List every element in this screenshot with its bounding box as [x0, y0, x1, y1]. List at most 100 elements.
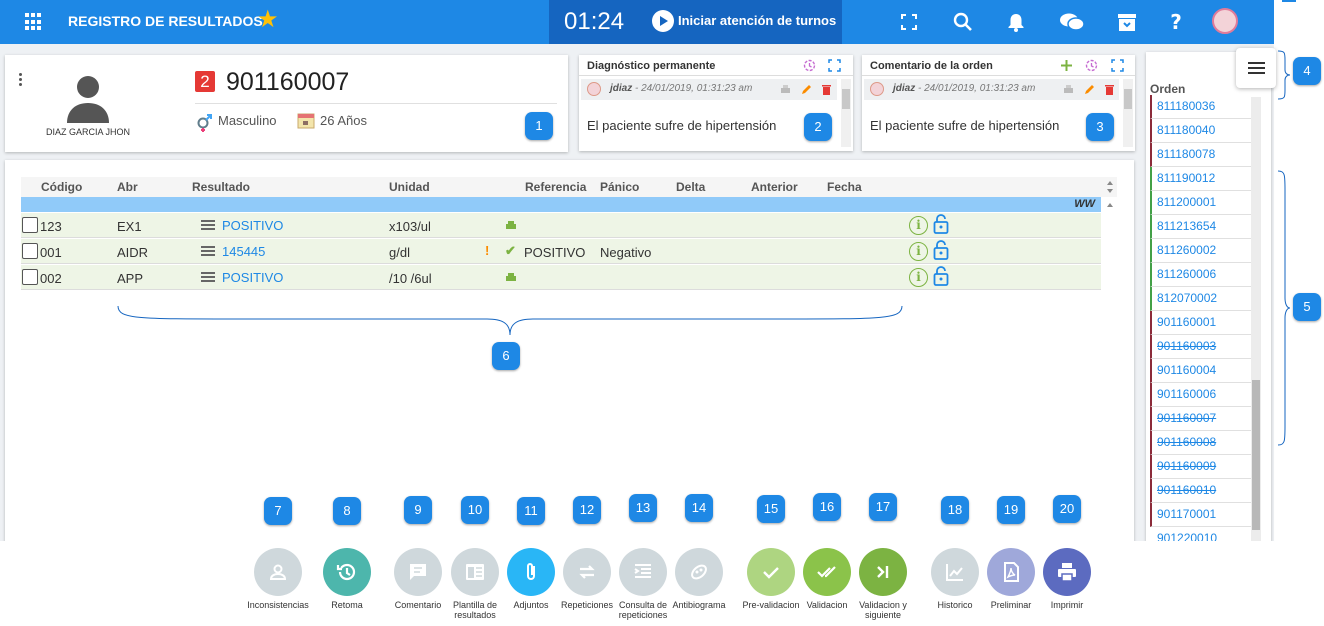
order-list-item[interactable]: 901160003: [1150, 335, 1252, 359]
archive-icon[interactable]: [1116, 11, 1138, 33]
col-anterior[interactable]: Anterior: [751, 180, 798, 194]
print-icon[interactable]: [505, 272, 517, 283]
order-list-item[interactable]: 901170001: [1150, 503, 1252, 527]
info-icon[interactable]: i: [909, 216, 928, 235]
search-icon[interactable]: [952, 11, 974, 33]
col-panico[interactable]: Pánico: [600, 180, 639, 194]
order-list-item[interactable]: 811260006: [1150, 263, 1252, 287]
unlock-icon[interactable]: [933, 266, 949, 286]
order-list-item[interactable]: 811180078: [1150, 143, 1252, 167]
trash-icon[interactable]: [820, 83, 833, 96]
info-icon[interactable]: i: [909, 268, 928, 287]
col-resultado[interactable]: Resultado: [192, 180, 250, 194]
toolbar-button[interactable]: [931, 548, 979, 596]
fullscreen-icon[interactable]: [898, 11, 920, 33]
order-list-item[interactable]: 901160008: [1150, 431, 1252, 455]
note-scrollbar[interactable]: [841, 79, 851, 147]
order-list-item[interactable]: 811200001: [1150, 191, 1252, 215]
history-icon[interactable]: [1085, 59, 1098, 72]
start-turns-button[interactable]: Iniciar atención de turnos: [678, 13, 836, 28]
callout-badge: 5: [1293, 293, 1321, 321]
pdf-icon: [1004, 562, 1019, 582]
order-list-item[interactable]: 811180040: [1150, 119, 1252, 143]
user-avatar[interactable]: [1212, 8, 1238, 34]
history-icon[interactable]: [803, 59, 816, 72]
order-list-item[interactable]: 811180036: [1150, 95, 1252, 119]
table-row[interactable]: 002 APP POSITIVO /10 /6ul i: [21, 265, 1101, 290]
order-list-item[interactable]: 901160004: [1150, 359, 1252, 383]
list-icon[interactable]: [201, 246, 215, 257]
col-unidad[interactable]: Unidad: [389, 180, 430, 194]
toolbar-button[interactable]: [507, 548, 555, 596]
kebab-menu-icon[interactable]: [19, 73, 23, 88]
list-icon[interactable]: [201, 272, 215, 283]
toolbar-button[interactable]: [563, 548, 611, 596]
list-menu-button[interactable]: [1236, 48, 1276, 88]
callout-badge: 10: [461, 496, 489, 524]
print-icon[interactable]: [1062, 83, 1075, 96]
cell-resultado[interactable]: 145445: [222, 244, 265, 259]
toolbar-button[interactable]: [254, 548, 302, 596]
print-icon[interactable]: [779, 83, 792, 96]
comment-title: Comentario de la orden: [870, 60, 993, 72]
add-icon[interactable]: [1060, 59, 1073, 72]
col-abr[interactable]: Abr: [117, 180, 138, 194]
help-icon[interactable]: ?: [1165, 11, 1187, 33]
toolbar-button[interactable]: [803, 548, 851, 596]
cell-resultado[interactable]: POSITIVO: [222, 270, 283, 285]
order-list-item[interactable]: 811260002: [1150, 239, 1252, 263]
chart-line-icon: [946, 564, 963, 581]
print-icon[interactable]: [505, 220, 517, 231]
cell-unidad: g/dl: [389, 245, 410, 260]
table-row[interactable]: 001 AIDR 145445 g/dl ! ✔ POSITIVO Negati…: [21, 239, 1101, 264]
unlock-icon[interactable]: [933, 214, 949, 234]
toolbar-button[interactable]: [859, 548, 907, 596]
skip-next-icon: [877, 566, 889, 578]
table-row[interactable]: 123 EX1 POSITIVO x103/ul i: [21, 213, 1101, 238]
order-list-item[interactable]: 901160009: [1150, 455, 1252, 479]
action-toolbar: Inconsistencias 7 Retoma 8 Comentario 9 Planti…: [0, 493, 1274, 626]
edit-pencil-icon[interactable]: [1083, 83, 1096, 96]
apps-grid-icon[interactable]: [25, 13, 43, 31]
history-icon: [336, 563, 356, 581]
toolbar-button[interactable]: [323, 548, 371, 596]
cell-resultado[interactable]: POSITIVO: [222, 218, 283, 233]
order-list-item[interactable]: 811213654: [1150, 215, 1252, 239]
group-row[interactable]: WW: [21, 197, 1101, 212]
unlock-icon[interactable]: [933, 240, 949, 260]
trash-icon[interactable]: [1103, 83, 1116, 96]
toolbar-button[interactable]: [1043, 548, 1091, 596]
order-list-item[interactable]: 811190012: [1150, 167, 1252, 191]
toolbar-button[interactable]: [394, 548, 442, 596]
expand-icon[interactable]: [828, 59, 841, 72]
toolbar-button[interactable]: [675, 548, 723, 596]
info-icon[interactable]: i: [909, 242, 928, 261]
order-list-item[interactable]: 901160001: [1150, 311, 1252, 335]
play-icon[interactable]: [652, 10, 674, 32]
col-codigo[interactable]: Código: [41, 180, 82, 194]
toolbar-button[interactable]: [747, 548, 795, 596]
col-delta[interactable]: Delta: [676, 180, 705, 194]
favorite-star-icon[interactable]: ★: [257, 8, 279, 32]
row-checkbox[interactable]: [22, 217, 38, 233]
chat-icon[interactable]: [1059, 11, 1085, 33]
row-checkbox[interactable]: [22, 269, 38, 285]
toolbar-button[interactable]: [451, 548, 499, 596]
person-icon: [269, 564, 287, 580]
edit-pencil-icon[interactable]: [800, 83, 813, 96]
orders-scrollbar[interactable]: [1251, 97, 1261, 542]
expand-icon[interactable]: [1111, 59, 1124, 72]
table-scroll-arrows[interactable]: [1104, 177, 1116, 213]
bell-icon[interactable]: [1005, 11, 1027, 33]
note-scrollbar[interactable]: [1123, 79, 1133, 147]
order-list-item[interactable]: 901160006: [1150, 383, 1252, 407]
order-list-item[interactable]: 812070002: [1150, 287, 1252, 311]
order-list-item[interactable]: 901160010: [1150, 479, 1252, 503]
toolbar-button[interactable]: [619, 548, 667, 596]
list-icon[interactable]: [201, 220, 215, 231]
col-fecha[interactable]: Fecha: [827, 180, 862, 194]
row-checkbox[interactable]: [22, 243, 38, 259]
col-referencia[interactable]: Referencia: [525, 180, 586, 194]
order-list-item[interactable]: 901160007: [1150, 407, 1252, 431]
toolbar-button[interactable]: [987, 548, 1035, 596]
